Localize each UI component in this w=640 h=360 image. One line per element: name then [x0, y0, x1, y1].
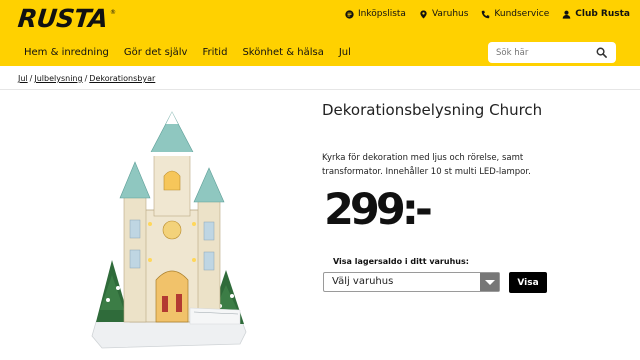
chevron-down-icon[interactable]	[480, 273, 499, 291]
search-icon[interactable]	[596, 47, 607, 58]
user-icon	[562, 10, 571, 19]
breadcrumb-link-jul[interactable]: Jul	[18, 74, 28, 83]
top-links: Inköpslista Varuhus Kundservice Club Rus…	[345, 7, 630, 21]
top-link-label: Inköpslista	[358, 9, 406, 19]
top-link-label: Kundservice	[494, 9, 550, 19]
breadcrumb-link-dekorationsbyar[interactable]: Dekorationsbyar	[89, 74, 155, 83]
top-link-club-rusta[interactable]: Club Rusta	[562, 9, 630, 19]
header: RUSTA ® Inköpslista Varuhus Kundservice …	[0, 0, 640, 66]
stock-label: Visa lagersaldo i ditt varuhus:	[333, 257, 469, 266]
breadcrumb-divider	[0, 89, 640, 90]
product-price: 299:-	[324, 185, 433, 235]
top-link-varuhus[interactable]: Varuhus	[419, 9, 468, 19]
top-link-kundservice[interactable]: Kundservice	[481, 9, 549, 19]
top-link-inkopslista[interactable]: Inköpslista	[345, 9, 406, 19]
nav-item-jul[interactable]: Jul	[339, 47, 351, 58]
location-pin-icon	[420, 9, 427, 19]
nav-item-fritid[interactable]: Fritid	[202, 47, 227, 58]
store-select[interactable]: Välj varuhus	[323, 272, 500, 292]
store-select-value: Välj varuhus	[332, 276, 394, 287]
top-link-label: Club Rusta	[575, 9, 630, 19]
breadcrumb: Jul / Julbelysning / Dekorationsbyar	[18, 74, 155, 83]
product-image[interactable]	[90, 110, 250, 350]
nav-item-hem-inredning[interactable]: Hem & inredning	[24, 47, 109, 58]
nav-item-skonhet-halsa[interactable]: Skönhet & hälsa	[242, 47, 323, 58]
breadcrumb-link-julbelysning[interactable]: Julbelysning	[34, 74, 82, 83]
logo-text[interactable]: RUSTA	[16, 4, 109, 33]
search-input[interactable]	[496, 46, 592, 59]
phone-icon	[482, 10, 490, 18]
product-title: Dekorationsbelysning Church	[322, 101, 543, 119]
product-description: Kyrka för dekoration med ljus och rörels…	[322, 153, 531, 177]
registered-mark: ®	[110, 9, 116, 16]
show-stock-button[interactable]: Visa	[509, 272, 547, 293]
shopping-list-icon	[345, 9, 354, 19]
main-nav: Hem & inredning Gör det själv Fritid Skö…	[24, 47, 366, 58]
top-link-label: Varuhus	[431, 9, 469, 19]
search-box	[488, 42, 616, 63]
nav-item-gor-det-sjalv[interactable]: Gör det själv	[124, 47, 188, 58]
